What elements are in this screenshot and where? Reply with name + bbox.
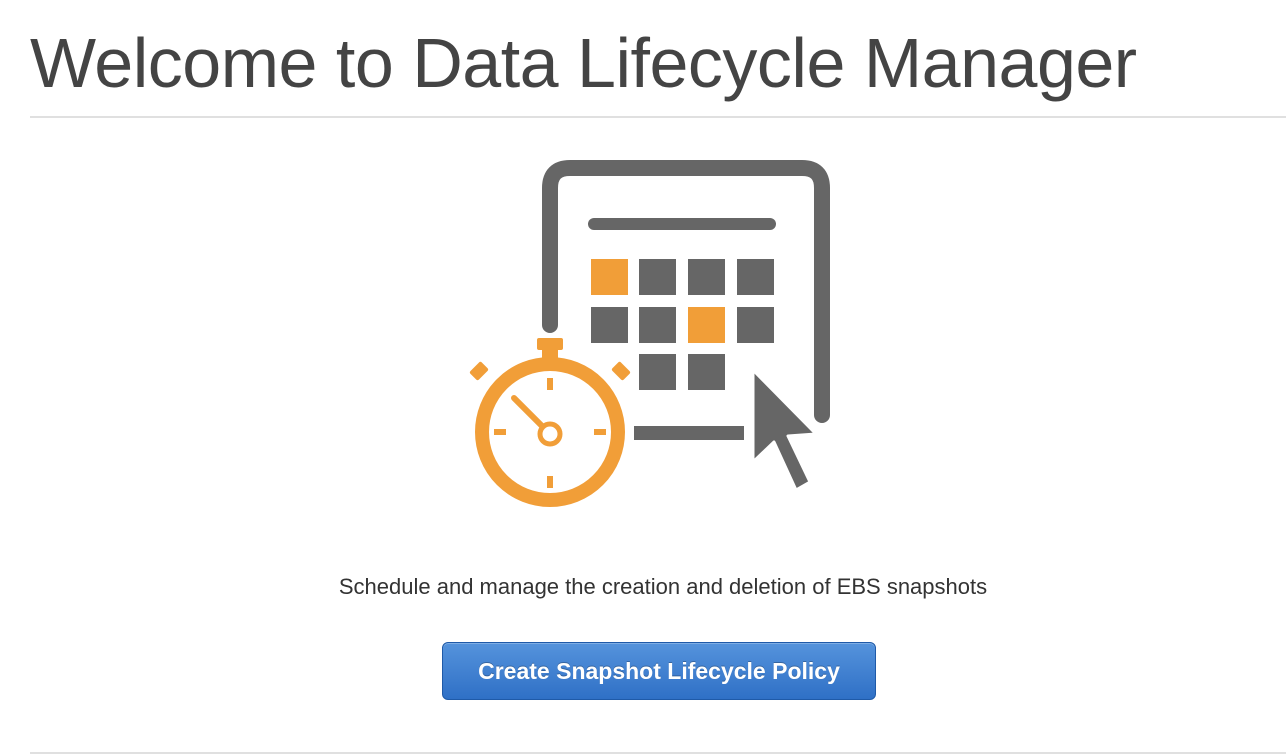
- calendar-day: [639, 354, 676, 390]
- calendar-day: [639, 259, 676, 295]
- calendar-header-bar: [588, 218, 776, 230]
- page-description: Schedule and manage the creation and del…: [338, 574, 988, 599]
- calendar-day: [688, 259, 725, 295]
- stopwatch-icon: [469, 338, 631, 507]
- calendar-day-highlighted: [688, 307, 725, 343]
- page-title: Welcome to Data Lifecycle Manager: [30, 24, 1137, 102]
- calendar-bottom-bar: [634, 426, 744, 440]
- calendar-day-highlighted: [591, 259, 628, 295]
- calendar-stopwatch-cursor-icon: [469, 160, 830, 507]
- cursor-icon: [751, 368, 818, 492]
- calendar-day: [737, 307, 774, 343]
- header-divider: [30, 116, 1286, 118]
- calendar-day: [737, 259, 774, 295]
- hero-illustration: [460, 160, 830, 515]
- calendar-day: [639, 307, 676, 343]
- create-snapshot-lifecycle-policy-button[interactable]: Create Snapshot Lifecycle Policy: [442, 642, 876, 700]
- calendar-day: [591, 307, 628, 343]
- calendar-day: [688, 354, 725, 390]
- footer-divider: [30, 752, 1286, 754]
